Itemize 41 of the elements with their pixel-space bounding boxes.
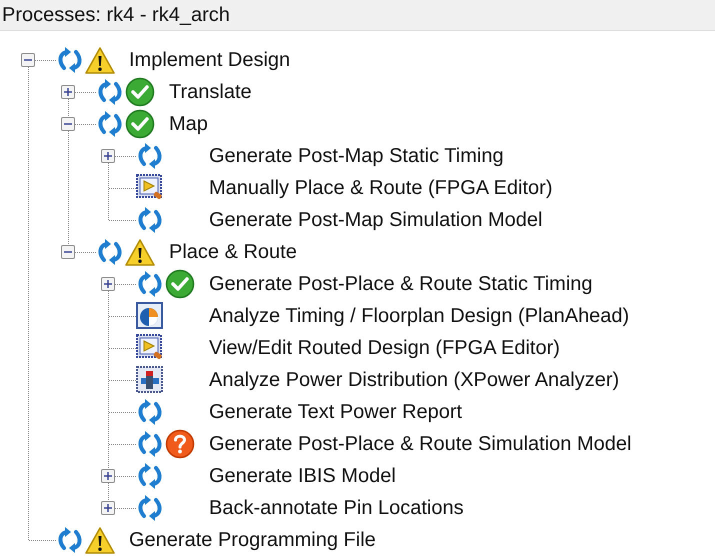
power-icon	[136, 366, 164, 394]
process-label[interactable]: Back-annotate Pin Locations	[209, 496, 464, 520]
process-label[interactable]: View/Edit Routed Design (FPGA Editor)	[209, 336, 560, 360]
process-label[interactable]: Generate Post-Map Static Timing	[209, 144, 504, 168]
chart-icon	[136, 302, 164, 330]
expander-toggle[interactable]	[101, 149, 115, 163]
editor-icon	[136, 174, 164, 202]
expander-toggle[interactable]	[61, 85, 75, 99]
expander-toggle[interactable]	[101, 277, 115, 291]
process-label[interactable]: Generate Post-Map Simulation Model	[209, 208, 542, 232]
expander-toggle[interactable]	[101, 501, 115, 515]
process-label[interactable]: Place & Route	[169, 240, 297, 264]
refresh-icon	[96, 239, 124, 265]
refresh-icon	[136, 399, 164, 425]
refresh-icon	[56, 47, 84, 73]
expander-toggle[interactable]	[101, 469, 115, 483]
refresh-icon	[136, 271, 164, 297]
refresh-icon	[136, 431, 164, 457]
process-label[interactable]: Implement Design	[129, 48, 290, 72]
refresh-icon	[136, 495, 164, 521]
process-label[interactable]: Analyze Power Distribution (XPower Analyzer)	[209, 368, 620, 392]
process-label[interactable]: Generate Post-Place & Route Static Timing	[209, 272, 593, 296]
expander-toggle[interactable]	[61, 117, 75, 131]
refresh-icon	[56, 527, 84, 553]
process-label[interactable]: Generate IBIS Model	[209, 464, 396, 488]
refresh-icon	[136, 143, 164, 169]
process-label[interactable]: Manually Place & Route (FPGA Editor)	[209, 176, 552, 200]
refresh-icon	[136, 207, 164, 233]
refresh-icon	[136, 463, 164, 489]
panel-title: Processes: rk4 - rk4_arch	[1, 4, 230, 26]
process-label[interactable]: Generate Post-Place & Route Simulation Model	[209, 432, 632, 456]
process-label[interactable]: Map	[169, 112, 208, 136]
refresh-icon	[96, 79, 124, 105]
process-label[interactable]: Generate Programming File	[129, 528, 376, 552]
refresh-icon	[96, 111, 124, 137]
process-label[interactable]: Generate Text Power Report	[209, 400, 462, 424]
expander-toggle[interactable]	[21, 53, 35, 67]
editor-icon	[136, 334, 164, 362]
process-label[interactable]: Analyze Timing / Floorplan Design (PlanAhead)	[209, 304, 630, 328]
process-label[interactable]: Translate	[169, 80, 252, 104]
expander-toggle[interactable]	[61, 245, 75, 259]
